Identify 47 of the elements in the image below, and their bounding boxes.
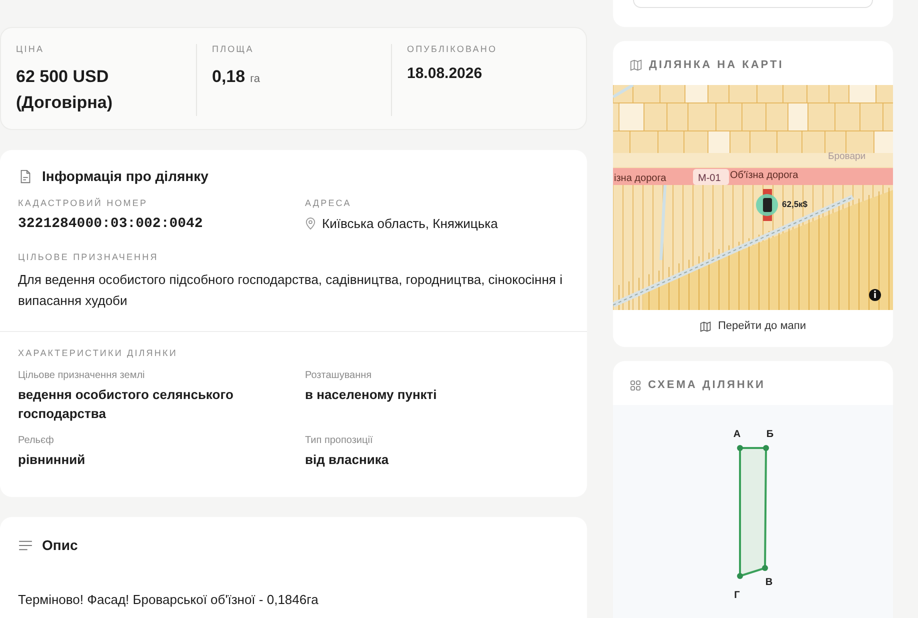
stat-label: ПЛОЩА [212, 44, 255, 54]
stat-value: 62 500 USD (Договірна) [16, 66, 114, 114]
characteristic-value: в населеному пункті [305, 386, 438, 404]
vertex-label: Г [734, 590, 740, 601]
map-marker-icon[interactable] [756, 189, 778, 221]
lines-icon [18, 540, 33, 550]
input-field[interactable] [633, 0, 873, 8]
section-title: Опис [42, 537, 78, 553]
characteristic-value: від власника [305, 451, 390, 469]
characteristic-label: Цільове призначення землі [18, 370, 146, 381]
section-title: Інформація про ділянку [42, 168, 208, 184]
field-label: АДРЕСА [305, 198, 352, 208]
characteristic-label: Розташування [305, 370, 373, 381]
field-label: КАДАСТРОВИЙ НОМЕР [18, 198, 149, 208]
card-title: СХЕМА ДІЛЯНКИ [648, 379, 766, 391]
map-drawing[interactable]: Бровари ізна дорога M-01 Об'їзна дорога 62,5к$ [613, 85, 893, 310]
price-label: 62,5к$ [782, 199, 808, 209]
stat-value: 0,18 [212, 66, 246, 88]
characteristic-value: рівнинний [18, 451, 86, 469]
grid-icon [630, 380, 641, 390]
cadastral-number: 3221284000:03:002:0042 [18, 216, 204, 232]
stat-unit: га [250, 73, 260, 85]
stat-label: ОПУБЛІКОВАНО [407, 44, 498, 54]
card-title: ДІЛЯНКА НА КАРТІ [649, 59, 784, 71]
description-text: Терміново! Фасад! Броварської об'їзної - 0,1846га [18, 591, 320, 609]
characteristic-label: Тип пропозиції [305, 435, 374, 446]
address-text: Київська область, Княжицька [322, 216, 498, 231]
map-label: M-01 [698, 173, 721, 184]
info-icon[interactable] [869, 289, 881, 301]
vertex-label: Б [766, 429, 774, 440]
characteristic-label: Рельєф [18, 435, 55, 446]
stat-label: ЦІНА [16, 44, 46, 54]
map-label: ізна дорога [614, 173, 666, 184]
road-sign [693, 169, 729, 185]
location-pin-icon [305, 217, 316, 230]
vertex-label: А [733, 429, 741, 440]
purpose-text: Для ведення особистого підсобного господарства, садівництва, городництва, сінокосіння і випасання худоби [18, 271, 564, 310]
map-icon [630, 59, 642, 71]
stat-value: 18.08.2026 [407, 64, 482, 84]
map-label: Бровари [828, 151, 866, 162]
map-icon [700, 320, 711, 332]
characteristic-value: ведення особистого селянського господарства [18, 386, 234, 423]
section-heading: ХАРАКТЕРИСТИКИ ДІЛЯНКИ [18, 348, 178, 358]
map-label: Об'їзна дорога [730, 170, 798, 181]
vertex-label: В [765, 577, 773, 588]
document-icon [18, 168, 33, 184]
field-label: ЦІЛЬОВЕ ПРИЗНАЧЕННЯ [18, 252, 160, 262]
